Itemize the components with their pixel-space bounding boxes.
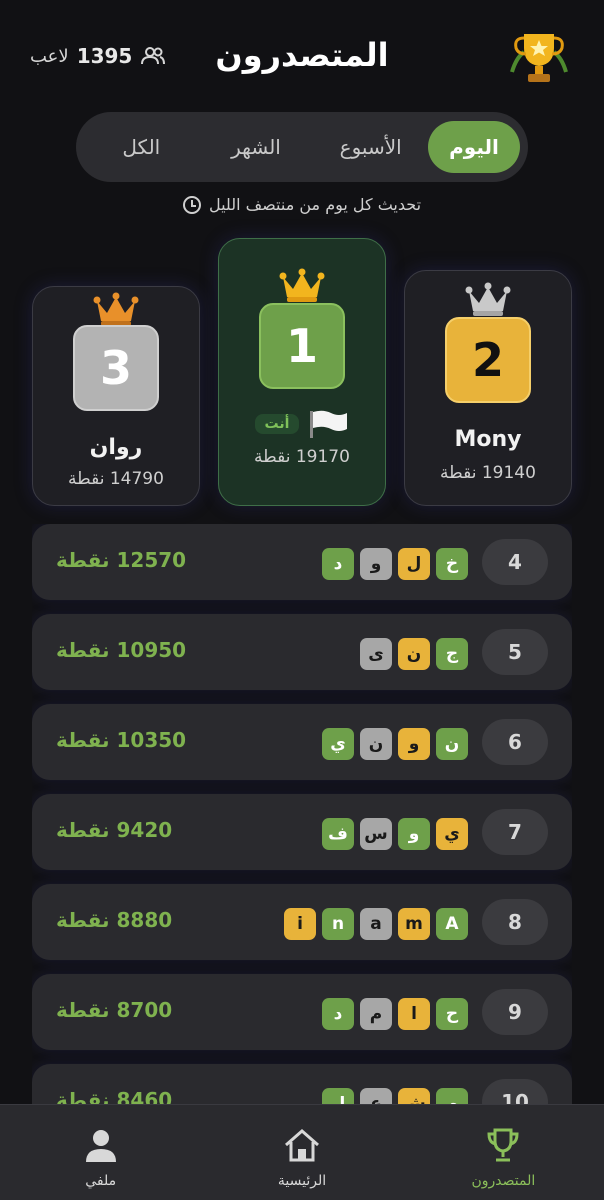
letter-tile: ن [436, 728, 468, 760]
rank-badge: 2 [445, 317, 531, 403]
players-number: 1395 [76, 44, 133, 68]
nav-label: الرئيسية [277, 1173, 327, 1189]
profile-icon [85, 1130, 116, 1162]
crown-bronze-icon [93, 292, 139, 326]
name-tiles: يوسف [322, 818, 468, 850]
letter-tile: ي [436, 818, 468, 850]
period-tabs: اليوم الأسبوع الشهر الكل [76, 112, 528, 182]
letter-tile: A [436, 908, 468, 940]
rank-pill: 8 [482, 899, 548, 945]
podium-score: 14790 نقطة [68, 469, 164, 489]
rank-pill: 4 [482, 539, 548, 585]
letter-tile: i [284, 908, 316, 940]
letter-tile: س [360, 818, 392, 850]
podium-first[interactable]: 1 أنت 19170 نقطة [218, 238, 386, 506]
letter-tile: خ [436, 548, 468, 580]
players-count: لاعب 1395 [30, 44, 166, 68]
letter-tile: د [322, 998, 354, 1030]
letter-tile: ن [398, 638, 430, 670]
nav-label: ملفي [85, 1173, 117, 1189]
letter-tile: ن [360, 728, 392, 760]
name-tiles: Amani [284, 908, 468, 940]
name-tiles: حامد [322, 998, 468, 1030]
letter-tile: a [360, 908, 392, 940]
current-user-row: أنت [219, 409, 385, 439]
name-tiles: مشعل [322, 1088, 468, 1104]
rank-pill: 5 [482, 629, 548, 675]
tab-all[interactable]: الكل [84, 121, 199, 173]
row-score: 8880 نقطة [56, 908, 173, 932]
letter-tile: م [436, 1088, 468, 1104]
letter-tile: ش [398, 1088, 430, 1104]
letter-tile: ل [398, 548, 430, 580]
row-score: 9420 نقطة [56, 818, 173, 842]
you-badge: أنت [254, 414, 300, 434]
letter-tile: م [360, 998, 392, 1030]
letter-tile: ح [436, 998, 468, 1030]
trophy-icon [487, 1128, 519, 1162]
rank-pill: 7 [482, 809, 548, 855]
podium-name: Mony [454, 427, 522, 452]
podium-score: 19140 نقطة [440, 463, 536, 483]
rank-pill: 6 [482, 719, 548, 765]
leaderboard-row[interactable]: 7 ي و س ف 9420 نقطة [32, 794, 572, 870]
crown-gold-icon [279, 268, 325, 302]
white-flag-icon [310, 410, 348, 438]
letter-tile: n [322, 908, 354, 940]
crown-silver-icon [465, 282, 511, 316]
leaderboard-row[interactable]: 9 ح ا م د 8700 نقطة [32, 974, 572, 1050]
rank-pill: 10 [482, 1079, 548, 1104]
name-tiles: جنى [360, 638, 468, 670]
leaderboard-row[interactable]: 6 ن و ن ي 10350 نقطة [32, 704, 572, 780]
letter-tile: و [398, 728, 430, 760]
leaderboard-row[interactable]: 5 ج ن ى 10950 نقطة [32, 614, 572, 690]
tab-today[interactable]: اليوم [428, 121, 520, 173]
row-score: 12570 نقطة [56, 548, 187, 572]
letter-tile: ى [360, 638, 392, 670]
leaderboard-row[interactable]: 10 م ش ع ل 8460 نقطة [32, 1064, 572, 1104]
leaderboard-row[interactable]: 4 خ ل و د 12570 نقطة [32, 524, 572, 600]
podium-second[interactable]: 2 Mony 19140 نقطة [404, 270, 572, 506]
update-note: تحديث كل يوم من منتصف الليل [0, 195, 604, 214]
letter-tile: ج [436, 638, 468, 670]
row-score: 8700 نقطة [56, 998, 173, 1022]
letter-tile: و [360, 548, 392, 580]
letter-tile: ي [322, 728, 354, 760]
users-icon [141, 47, 166, 65]
tab-week[interactable]: الأسبوع [313, 121, 428, 173]
name-tiles: نوني [322, 728, 468, 760]
podium-score: 19170 نقطة [254, 447, 350, 467]
letter-tile: ا [398, 998, 430, 1030]
letter-tile: ف [322, 818, 354, 850]
rank-badge: 3 [73, 325, 159, 411]
row-score: 8460 نقطة [56, 1088, 173, 1104]
podium-name: روان [89, 435, 143, 460]
bottom-nav: المتصدرون الرئيسية ملفي [0, 1104, 604, 1200]
nav-leaderboard[interactable]: المتصدرون [403, 1105, 604, 1200]
header: المتصدرون لاعب 1395 [0, 0, 604, 110]
players-label: لاعب [30, 45, 69, 67]
row-score: 10350 نقطة [56, 728, 187, 752]
rank-pill: 9 [482, 989, 548, 1035]
nav-home[interactable]: الرئيسية [201, 1105, 402, 1200]
row-score: 10950 نقطة [56, 638, 187, 662]
name-tiles: خلود [322, 548, 468, 580]
tab-month[interactable]: الشهر [199, 121, 314, 173]
update-text: تحديث كل يوم من منتصف الليل [208, 195, 422, 214]
podium-third[interactable]: 3 روان 14790 نقطة [32, 286, 200, 506]
letter-tile: m [398, 908, 430, 940]
leaderboard-row[interactable]: 8 Am a n i 8880 نقطة [32, 884, 572, 960]
leaderboard-list[interactable]: 4 خ ل و د 12570 نقطة 5 ج ن ى 10950 نقطة 6 ن و ن ي 10350 … [32, 524, 572, 1104]
rank-badge: 1 [259, 303, 345, 389]
home-icon [285, 1129, 319, 1162]
letter-tile: ل [322, 1088, 354, 1104]
letter-tile: د [322, 548, 354, 580]
letter-tile: و [398, 818, 430, 850]
letter-tile: ع [360, 1088, 392, 1104]
nav-label: المتصدرون [471, 1173, 536, 1189]
nav-profile[interactable]: ملفي [0, 1105, 201, 1200]
clock-icon [182, 195, 201, 214]
